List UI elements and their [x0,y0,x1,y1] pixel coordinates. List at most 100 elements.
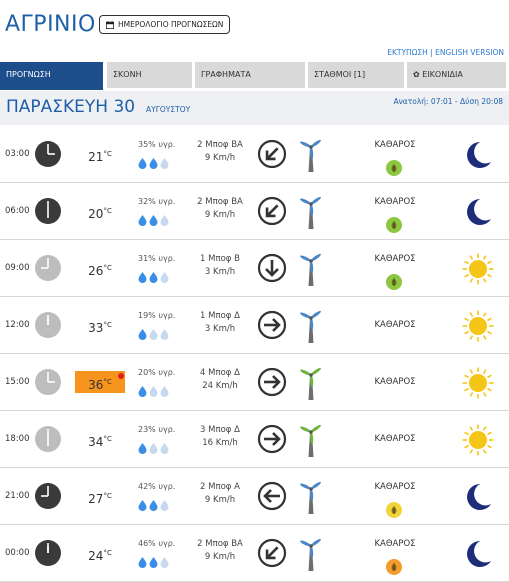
temperature-unit: °C [103,321,112,329]
sunrise-sunset: Ανατολή: 07:01 - Δύση 20:08 [393,97,503,106]
heat-alert-dot [118,373,124,379]
wind-beaufort: 3 Μποφ Δ [200,425,240,435]
humidity-drop-icon [160,325,169,340]
temperature-unit: °C [103,549,112,557]
forecast-row: 18:00 34°C 23% υγρ. 3 Μποφ Δ 16 Km/h ΚΑΘ… [0,411,509,468]
humidity-drops [138,268,169,283]
humidity-drop-icon [138,439,147,454]
temperature-value: 36 [88,378,104,392]
calendar-button-label: ΗΜΕΡΟΛΟΓΙΟ ΠΡΟΓΝΩΣΕΩΝ [118,19,224,29]
forecast-row: 21:00 27°C 42% υγρ. 2 Μποφ Α 9 Km/h ΚΑΘΑ… [0,468,509,525]
forecast-row: 06:00 20°C 32% υγρ. 2 Μποφ ΒΑ 9 Km/h ΚΑΘ… [0,183,509,240]
down-left-arrow-icon [257,538,287,568]
wind-turbine-icon [297,535,325,571]
sky-condition: ΚΑΘΑΡΟΣ [374,539,416,549]
humidity-drop-icon [138,154,147,169]
temperature-value: 34 [88,435,104,449]
humidity: 46% υγρ. [138,539,176,548]
temperature-unit: °C [103,435,112,443]
temperature-unit: °C [103,492,112,500]
clock-icon [34,197,62,225]
wind-turbine-icon [297,136,325,172]
temperature: 20°C [75,200,125,222]
right-arrow-icon [257,310,287,340]
humidity-drop-icon [149,382,158,397]
day-name: ΠΑΡΑΣΚΕΥΗ 30 [6,97,136,117]
clock-icon [34,368,62,396]
temperature-value: 33 [88,321,104,335]
wind-speed: 9 Km/h [204,495,236,505]
page-header: ΑΓΡΙΝΙΟ ΗΜΕΡΟΛΟΓΙΟ ΠΡΟΓΝΩΣΕΩΝ ΕΚΤΥΠΩΣΗ |… [0,0,509,60]
humidity-drops [138,553,169,568]
forecast-time: 21:00 [5,491,30,501]
temperature-value: 24 [88,549,104,563]
tab-charts[interactable]: ΓΡΑΦΗΜΑΤΑ [195,62,305,88]
forecast-time: 15:00 [5,377,30,387]
humidity-drop-icon [160,553,169,568]
wind-speed: 9 Km/h [204,210,236,220]
tab-stations[interactable]: ΣΤΑΘΜΟΙ [1] [308,62,404,88]
down-arrow-icon [257,253,287,283]
sky-condition: ΚΑΘΑΡΟΣ [374,482,416,492]
forecast-row: 09:00 26°C 31% υγρ. 1 Μποφ Β 3 Km/h ΚΑΘΑ… [0,240,509,297]
forecast-calendar-button[interactable]: ΗΜΕΡΟΛΟΓΙΟ ΠΡΟΓΝΩΣΕΩΝ [99,15,231,34]
humidity-drops [138,382,169,397]
wind-beaufort: 1 Μποφ Β [200,254,240,264]
temperature: 24°C [75,542,125,564]
humidity: 19% υγρ. [138,311,176,320]
wind-turbine-icon [297,193,325,229]
sun-icon [461,252,495,286]
sky-condition: ΚΑΘΑΡΟΣ [374,197,416,207]
down-left-arrow-icon [257,139,287,169]
wind-beaufort: 4 Μποφ Δ [200,368,240,378]
wind-speed: 24 Km/h [202,381,238,391]
right-arrow-icon [257,367,287,397]
temperature: 36°C [75,371,125,393]
forecast-time: 12:00 [5,320,30,330]
wind-turbine-icon [297,250,325,286]
humidity-drop-icon [138,496,147,511]
pollen-indicator-icon [386,274,402,290]
wind-turbine-icon [297,478,325,514]
sun-icon [461,423,495,457]
forecast-time: 18:00 [5,434,30,444]
moon-icon [461,195,495,229]
temperature-unit: °C [103,264,112,272]
temperature-value: 20 [88,207,104,221]
tab-dust[interactable]: ΣΚΟΝΗ [107,62,192,88]
day-month: ΑΥΓΟΥΣΤΟΥ [146,105,191,114]
print-english-links[interactable]: ΕΚΤΥΠΩΣΗ | ENGLISH VERSION [387,48,504,57]
wind-beaufort: 2 Μποφ ΒΑ [197,140,243,150]
forecast-row: 00:00 24°C 46% υγρ. 2 Μποφ ΒΑ 9 Km/h ΚΑΘ… [0,525,509,582]
wind-speed: 9 Km/h [204,153,236,163]
right-arrow-icon [257,424,287,454]
sky-condition: ΚΑΘΑΡΟΣ [374,140,416,150]
pollen-indicator-icon [386,502,402,518]
humidity: 32% υγρ. [138,197,176,206]
tab-forecast[interactable]: ΠΡΟΓΝΩΣΗ [0,62,103,90]
humidity-drop-icon [149,211,158,226]
humidity-drop-icon [149,553,158,568]
humidity-drops [138,496,169,511]
temperature: 21°C [75,143,125,165]
clock-icon [34,140,62,168]
forecast-time: 06:00 [5,206,30,216]
wind-turbine-icon [297,307,325,343]
pollen-indicator-icon [386,160,402,176]
temperature-value: 21 [88,150,104,164]
temperature: 33°C [75,314,125,336]
humidity: 35% υγρ. [138,140,176,149]
temperature-unit: °C [103,378,112,386]
humidity-drops [138,211,169,226]
sky-condition: ΚΑΘΑΡΟΣ [374,377,416,387]
humidity-drop-icon [149,154,158,169]
humidity: 20% υγρ. [138,368,176,377]
temperature-unit: °C [103,207,112,215]
humidity-drop-icon [138,325,147,340]
sky-condition: ΚΑΘΑΡΟΣ [374,434,416,444]
sun-icon [461,309,495,343]
tab-icons[interactable]: ✿ ΕΙΚΟΝΙΔΙΑ [407,62,506,88]
temperature-unit: °C [103,150,112,158]
clock-icon [34,311,62,339]
humidity-drop-icon [138,211,147,226]
